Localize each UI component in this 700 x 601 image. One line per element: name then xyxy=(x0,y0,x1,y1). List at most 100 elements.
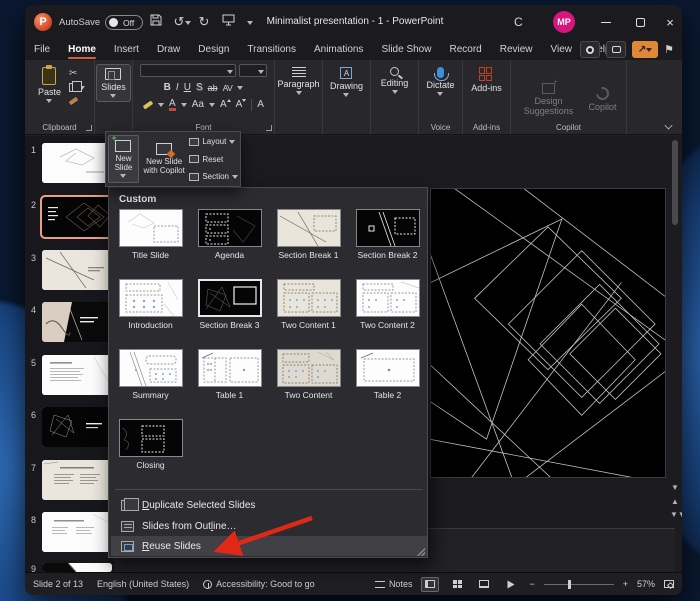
new-slide-with-copilot-button[interactable]: New Slide with Copilot xyxy=(142,135,186,183)
layout-option-two-content-1[interactable]: Two Content 1 xyxy=(269,279,348,330)
slide-thumbnail-3[interactable] xyxy=(42,250,112,290)
slide-thumbnail-4[interactable] xyxy=(42,302,112,342)
zoom-slider[interactable] xyxy=(544,584,614,585)
undo-dropdown-icon[interactable] xyxy=(185,21,191,25)
font-color-dropdown-icon[interactable] xyxy=(181,103,187,107)
redo-button[interactable]: ↻ xyxy=(195,14,213,31)
copilot-button[interactable]: Copilot xyxy=(584,84,620,115)
new-slide-button[interactable]: New Slide xyxy=(108,135,139,183)
tab-design[interactable]: Design xyxy=(189,40,238,60)
shrink-font-button[interactable]: A xyxy=(236,99,247,111)
editing-button[interactable]: Editing xyxy=(377,64,413,97)
collapse-ribbon-icon[interactable] xyxy=(664,122,674,128)
change-case-button[interactable]: Aa xyxy=(192,99,204,111)
tab-view[interactable]: View xyxy=(542,40,582,60)
slides-group-button[interactable]: Slides xyxy=(96,64,131,102)
layout-option-closing[interactable]: Closing xyxy=(111,419,190,470)
language-indicator[interactable]: English (United States) xyxy=(97,579,189,589)
grow-font-button[interactable]: A xyxy=(220,99,231,111)
text-shadow-button[interactable]: S xyxy=(196,82,203,94)
save-button[interactable] xyxy=(147,14,165,31)
scroll-down-icon[interactable]: ▼ xyxy=(670,484,680,492)
comments-button[interactable] xyxy=(606,41,626,58)
slide-canvas[interactable] xyxy=(430,188,666,478)
layout-option-two-content-2[interactable]: Two Content 2 xyxy=(348,279,427,330)
layout-option-section-break-3[interactable]: Section Break 3 xyxy=(190,279,269,330)
font-size-combo[interactable] xyxy=(239,64,267,77)
share-button[interactable]: ↗ xyxy=(632,41,658,58)
underline-button[interactable]: U xyxy=(184,82,191,94)
font-dialog-launcher[interactable] xyxy=(266,125,272,131)
slide-thumbnail-5[interactable] xyxy=(42,355,112,395)
copy-button[interactable] xyxy=(69,83,77,92)
paste-button[interactable]: Paste xyxy=(34,64,65,106)
layout-option-section-break-2[interactable]: Section Break 2 xyxy=(348,209,427,260)
clear-formatting-button[interactable]: A xyxy=(251,99,264,111)
strikethrough-button[interactable]: ab xyxy=(208,82,218,94)
slideshow-view-button[interactable] xyxy=(502,577,520,592)
zoom-in-button[interactable]: + xyxy=(623,579,628,589)
layout-option-introduction[interactable]: Introduction xyxy=(111,279,190,330)
accessibility-status[interactable]: Accessibility: Good to go xyxy=(203,579,315,589)
reading-view-button[interactable] xyxy=(475,577,493,592)
tab-home[interactable]: Home xyxy=(59,40,105,60)
tab-file[interactable]: File xyxy=(25,40,59,60)
font-name-combo[interactable] xyxy=(140,64,236,77)
layout-option-two-content[interactable]: Two Content xyxy=(269,349,348,400)
spacing-dropdown-icon[interactable] xyxy=(237,86,243,90)
addins-button[interactable]: Add-ins xyxy=(467,64,506,96)
maximize-button[interactable] xyxy=(624,5,656,40)
close-button[interactable]: × xyxy=(654,5,682,40)
highlight-dropdown-icon[interactable] xyxy=(158,103,164,107)
slide-sorter-view-button[interactable] xyxy=(448,577,466,592)
highlight-color-button[interactable] xyxy=(143,100,153,109)
tab-animations[interactable]: Animations xyxy=(305,40,372,60)
slide-thumbnail-1[interactable] xyxy=(42,143,112,183)
drawing-button[interactable]: A Drawing xyxy=(326,64,367,100)
slide-thumbnail-7[interactable] xyxy=(42,460,112,500)
reset-button[interactable]: Reset xyxy=(189,155,238,164)
layout-option-title-slide[interactable]: Title Slide xyxy=(111,209,190,260)
tab-insert[interactable]: Insert xyxy=(105,40,148,60)
user-avatar[interactable]: MP xyxy=(553,11,575,33)
bold-button[interactable]: B xyxy=(164,82,171,94)
case-dropdown-icon[interactable] xyxy=(209,103,215,107)
slide-thumbnail-8[interactable] xyxy=(42,512,112,552)
scrollbar-thumb[interactable] xyxy=(672,140,678,225)
dictate-button[interactable]: Dictate xyxy=(422,64,458,99)
layout-option-summary[interactable]: Summary xyxy=(111,349,190,400)
tab-review[interactable]: Review xyxy=(491,40,542,60)
cut-button[interactable]: ✂ xyxy=(69,68,85,79)
layout-option-agenda[interactable]: Agenda xyxy=(190,209,269,260)
layout-button[interactable]: Layout xyxy=(189,137,238,146)
tab-draw[interactable]: Draw xyxy=(148,40,189,60)
presenter-button[interactable]: ⚑ xyxy=(664,43,674,56)
zoom-slider-thumb[interactable] xyxy=(568,580,571,589)
tab-record[interactable]: Record xyxy=(440,40,490,60)
menu-resize-grip[interactable] xyxy=(417,548,425,556)
layout-option-table-1[interactable]: Table 1 xyxy=(190,349,269,400)
slide-indicator[interactable]: Slide 2 of 13 xyxy=(33,579,83,589)
vertical-scrollbar[interactable] xyxy=(671,136,679,476)
zoom-level[interactable]: 57% xyxy=(637,579,655,589)
slide-thumbnail-9[interactable] xyxy=(42,563,112,572)
previous-slide-button[interactable]: ▲ xyxy=(670,498,680,506)
design-suggestions-button[interactable]: Design Suggestions xyxy=(516,80,580,119)
next-slide-button[interactable]: ▼▼ xyxy=(670,512,680,518)
fit-slide-to-window-button[interactable] xyxy=(664,580,674,588)
copilot-titlebar-icon[interactable]: C xyxy=(514,15,530,31)
minimize-button[interactable] xyxy=(590,5,622,40)
tab-slide-show[interactable]: Slide Show xyxy=(372,40,440,60)
slide-thumbnail-6[interactable] xyxy=(42,407,112,447)
font-color-button[interactable]: A xyxy=(169,99,176,111)
format-painter-button[interactable] xyxy=(69,97,79,105)
layout-option-table-2[interactable]: Table 2 xyxy=(348,349,427,400)
tab-transitions[interactable]: Transitions xyxy=(238,40,305,60)
paragraph-button[interactable]: Paragraph xyxy=(273,64,323,98)
section-button[interactable]: Section xyxy=(189,172,238,181)
clipboard-dialog-launcher[interactable] xyxy=(86,125,92,131)
italic-button[interactable]: I xyxy=(176,82,179,94)
character-spacing-button[interactable]: AV xyxy=(223,82,233,94)
normal-view-button[interactable] xyxy=(421,577,439,592)
notes-button[interactable]: Notes xyxy=(375,579,413,589)
